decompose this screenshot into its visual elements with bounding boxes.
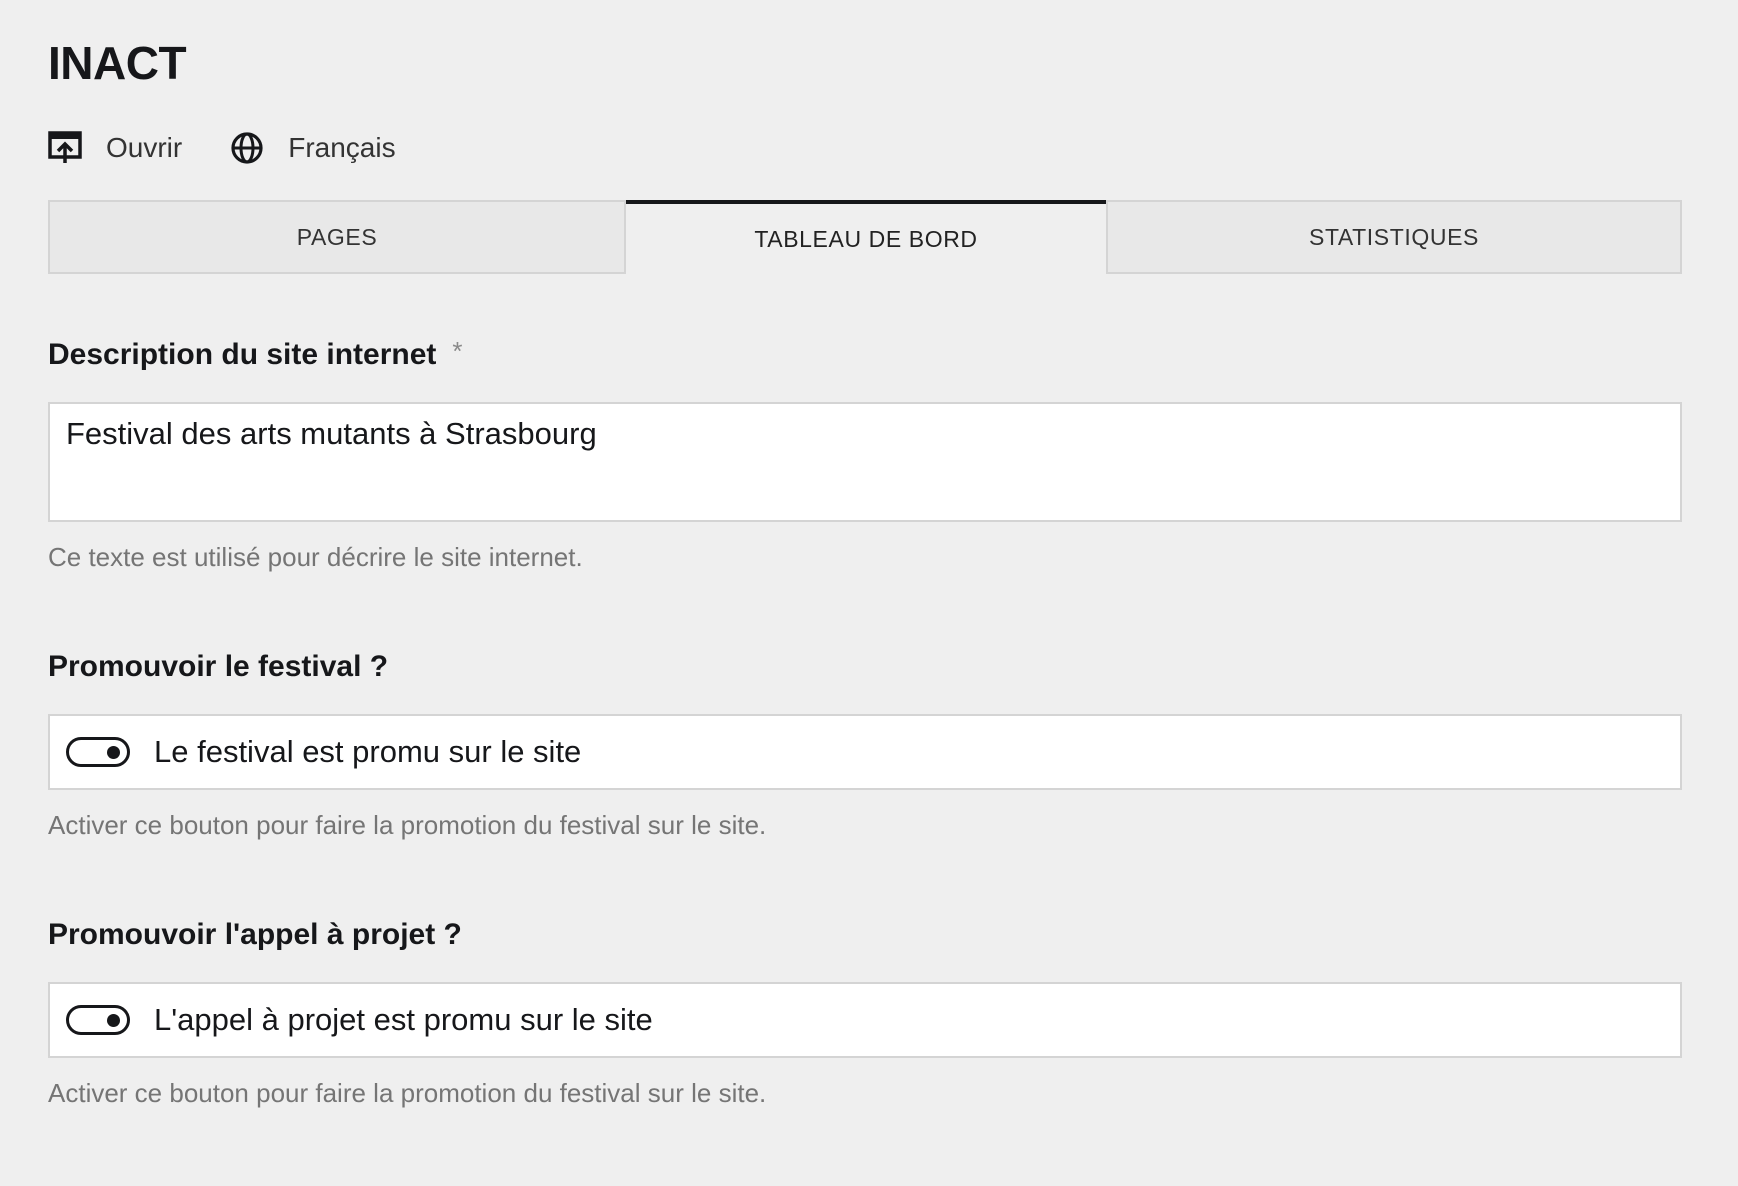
tab-statistics[interactable]: STATISTIQUES [1106, 200, 1682, 274]
promote-call-label: Promouvoir l'appel à projet ? [48, 918, 462, 951]
description-field: Description du site internet * [48, 338, 1682, 372]
open-external-icon [48, 131, 82, 165]
open-label: Ouvrir [106, 132, 183, 163]
tab-bar: PAGES TABLEAU DE BORD STATISTIQUES [48, 200, 1682, 274]
language-button[interactable]: Français [230, 131, 396, 165]
header-actions: Ouvrir Français [48, 126, 396, 170]
promote-festival-help: Activer ce bouton pour faire la promotio… [48, 810, 767, 840]
toggle-switch[interactable] [66, 737, 130, 767]
promote-call-help: Activer ce bouton pour faire la promotio… [48, 1078, 767, 1108]
toggle-knob [107, 746, 120, 759]
description-input-wrap: Festival des arts mutants à Strasbourg [48, 376, 1682, 522]
promote-festival-toggle[interactable]: Le festival est promu sur le site [48, 714, 1682, 790]
description-label: Description du site internet [48, 338, 437, 371]
promote-call-toggle-wrap: L'appel à projet est promu sur le site [48, 956, 1682, 1058]
site-title: INACT [48, 37, 187, 89]
promote-festival-toggle-text: Le festival est promu sur le site [154, 734, 582, 769]
language-label: Français [288, 132, 396, 163]
tab-dashboard[interactable]: TABLEAU DE BORD [626, 200, 1106, 274]
toggle-knob [107, 1014, 120, 1027]
toggle-switch[interactable] [66, 1005, 130, 1035]
tab-pages[interactable]: PAGES [48, 200, 626, 274]
description-help: Ce texte est utilisé pour décrire le sit… [48, 542, 583, 572]
open-button[interactable]: Ouvrir [48, 131, 182, 165]
description-label-row: Description du site internet * [48, 338, 1682, 372]
description-textarea[interactable]: Festival des arts mutants à Strasbourg [48, 402, 1682, 522]
promote-call-toggle-text: L'appel à projet est promu sur le site [154, 1002, 653, 1037]
promote-call-field: Promouvoir l'appel à projet ? [48, 918, 1682, 952]
promote-festival-field: Promouvoir le festival ? [48, 650, 1682, 684]
page: INACT Ouvrir Français PAGES TABLEAU DE B… [0, 0, 1738, 1186]
promote-festival-label: Promouvoir le festival ? [48, 650, 389, 683]
required-marker: * [452, 336, 463, 366]
promote-call-toggle[interactable]: L'appel à projet est promu sur le site [48, 982, 1682, 1058]
globe-icon [230, 131, 264, 165]
promote-festival-toggle-wrap: Le festival est promu sur le site [48, 688, 1682, 790]
